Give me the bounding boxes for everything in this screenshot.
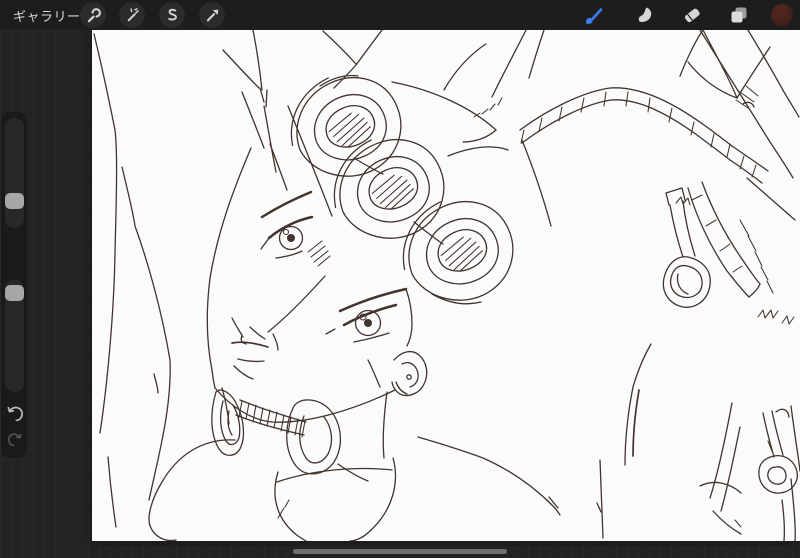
transform-button[interactable] — [199, 2, 225, 28]
sketch-arm-upper — [443, 30, 800, 221]
eraser-icon — [684, 8, 700, 23]
selection-button[interactable] — [159, 2, 185, 28]
brush-size-handle[interactable] — [5, 193, 24, 209]
wrench-icon — [87, 8, 101, 23]
gallery-button[interactable]: ギャラリー — [13, 0, 81, 30]
sketch-neck-collar — [211, 387, 388, 482]
adjustments-button[interactable] — [119, 2, 145, 28]
sketch-hair-spikes — [222, 30, 552, 227]
smudge-tool-button[interactable] — [633, 4, 655, 26]
ear-stud — [406, 374, 412, 380]
smudge-finger-icon — [638, 7, 652, 22]
paintbrush-icon — [585, 8, 603, 25]
sketch-face — [206, 147, 413, 423]
redo-button[interactable] — [5, 430, 24, 448]
app-window: ギャラリー — [0, 0, 800, 558]
drawing-canvas[interactable] — [92, 30, 800, 541]
sketch-hair-curl-3 — [402, 201, 514, 301]
top-toolbar: ギャラリー — [0, 0, 800, 30]
actions-button[interactable] — [80, 2, 106, 28]
magic-wand-icon — [127, 8, 139, 22]
home-indicator[interactable] — [293, 549, 507, 554]
paint-tool-button[interactable] — [582, 4, 604, 26]
layers-icon — [731, 7, 747, 23]
erase-tool-button[interactable] — [681, 4, 703, 26]
selection-s-icon — [168, 8, 177, 21]
sketch-artwork — [93, 30, 800, 541]
layers-button[interactable] — [728, 4, 750, 26]
redo-arrow-icon — [7, 433, 22, 446]
sketch-chest-shoulders — [148, 343, 652, 541]
brush-sidebar — [1, 112, 27, 458]
color-swatch-button[interactable] — [771, 4, 793, 26]
sketch-ring-earring — [662, 187, 711, 308]
sketch-ear — [391, 350, 428, 397]
undo-arrow-icon — [7, 406, 23, 421]
gallery-label: ギャラリー — [13, 8, 81, 24]
sketch-hair-left — [93, 33, 288, 528]
transform-arrow-icon — [206, 9, 219, 22]
undo-button[interactable] — [5, 404, 24, 422]
brush-size-slider[interactable] — [5, 118, 24, 228]
sketch-braid — [519, 87, 769, 184]
opacity-handle[interactable] — [5, 285, 24, 301]
